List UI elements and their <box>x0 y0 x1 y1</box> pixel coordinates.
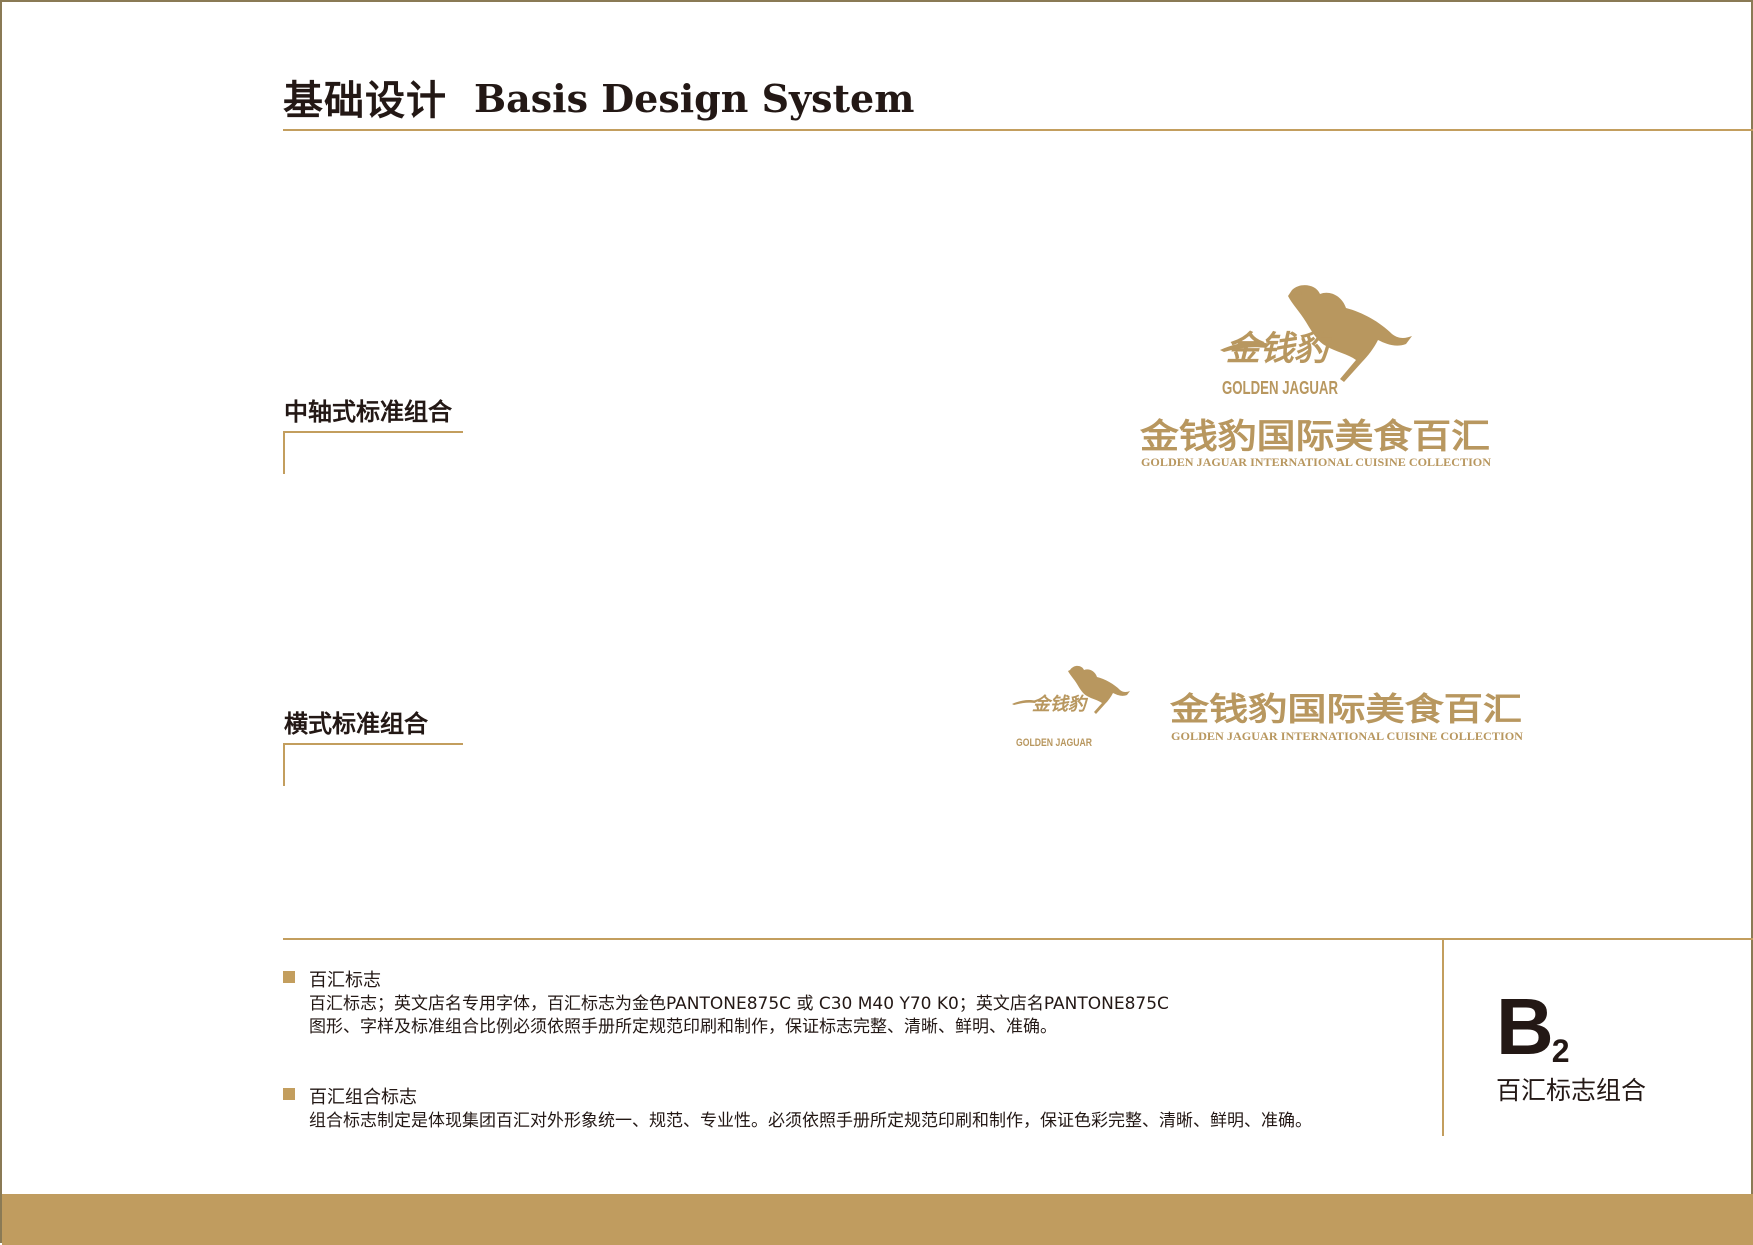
page-code-name: 百汇标志组合 <box>1496 1076 1647 1105</box>
page-title-en: Basis Design System <box>474 76 915 121</box>
footer-bar <box>2 1194 1753 1245</box>
section-title-horizontal: 横式标准组合 <box>284 710 428 738</box>
section-underline-vertical <box>283 431 463 433</box>
section-bracket-horizontal <box>283 743 285 786</box>
page-title-cn: 基础设计 <box>283 78 447 124</box>
logo-mark-cn-horizontal: 金钱豹 <box>1032 694 1089 715</box>
note-line: 组合标志制定是体现集团百汇对外形象统一、规范、专业性。必须依照手册所定规范印刷和… <box>309 1111 1312 1131</box>
section-underline-horizontal <box>283 743 463 745</box>
code-separator <box>1442 940 1444 1136</box>
jaguar-icon: 金钱豹 GOLDEN JAGUAR <box>1012 665 1130 749</box>
page-code: B2 <box>1496 987 1570 1069</box>
note-line: 百汇标志；英文店名专用字体，百汇标志为金色PANTONE875C 或 C30 M… <box>309 994 1169 1014</box>
logo-wordmark-vertical: 金钱豹国际美食百汇 GOLDEN JAGUAR INTERNATIONAL CU… <box>1140 417 1491 469</box>
logo-name-en-vertical: GOLDEN JAGUAR INTERNATIONAL CUISINE COLL… <box>1141 455 1491 469</box>
logo-wordmark-horizontal: 金钱豹国际美食百汇 GOLDEN JAGUAR INTERNATIONAL CU… <box>1170 690 1523 743</box>
section-bracket-vertical <box>283 431 285 474</box>
page-code-number: 2 <box>1551 1033 1570 1069</box>
footer-divider <box>283 938 1753 940</box>
header-divider <box>283 129 1753 131</box>
logo-name-cn-vertical: 金钱豹国际美食百汇 <box>1140 417 1490 457</box>
logo-name-cn-horizontal: 金钱豹国际美食百汇 <box>1170 690 1522 728</box>
logo-horizontal: 金钱豹 GOLDEN JAGUAR <box>1012 664 1148 754</box>
note-bullet <box>283 1088 295 1100</box>
page-code-letter: B <box>1496 982 1554 1071</box>
logo-name-en-horizontal: GOLDEN JAGUAR INTERNATIONAL CUISINE COLL… <box>1171 729 1523 743</box>
logo-mark-cn-vertical: 金钱豹 <box>1226 329 1333 369</box>
logo-mark-en-vertical: GOLDEN JAGUAR <box>1222 378 1338 398</box>
design-manual-page: 基础设计 Basis Design System 中轴式标准组合 金钱豹 GOL… <box>0 0 1753 1245</box>
section-title-vertical: 中轴式标准组合 <box>284 398 452 426</box>
logo-mark-en-horizontal: GOLDEN JAGUAR <box>1016 737 1092 749</box>
note-line: 图形、字样及标准组合比例必须依照手册所定规范印刷和制作，保证标志完整、清晰、鲜明… <box>309 1017 1057 1037</box>
note-bullet <box>283 971 295 983</box>
